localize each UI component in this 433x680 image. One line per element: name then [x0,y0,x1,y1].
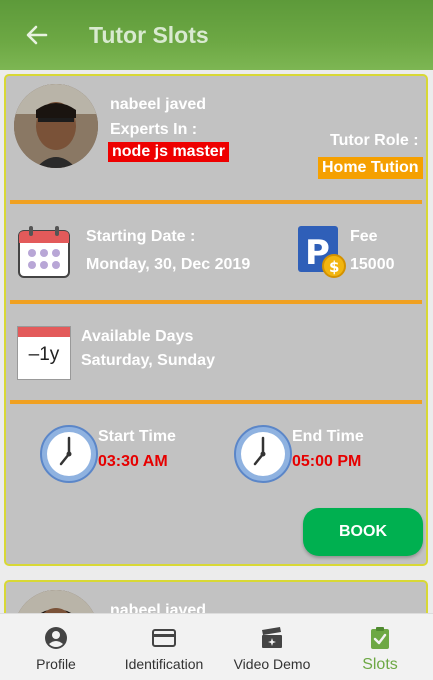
nav-label: Profile [36,656,76,672]
nav-label: Slots [362,656,398,673]
svg-text:$: $ [329,258,339,276]
expertise-badge: node js master [108,142,229,162]
separator [10,400,422,404]
nav-tab-video-demo[interactable]: Video Demo [226,614,318,680]
account-circle-icon [45,627,67,649]
available-days-label: Available Days [81,328,194,345]
back-arrow-icon[interactable] [22,20,52,50]
end-time-label: End Time [292,428,364,445]
tutor-avatar [14,84,98,168]
app-bar: Tutor Slots [0,0,433,70]
end-time-value: 05:00 PM [292,453,362,470]
fee-value: 15000 [350,256,395,273]
starting-date-label: Starting Date : [86,228,196,245]
starting-date-value: Monday, 30, Dec 2019 [86,256,251,273]
book-button[interactable]: BOOK [303,508,423,556]
id-card-icon [152,629,176,647]
video-clapper-icon [262,627,282,648]
nav-label: Identification [124,656,204,672]
separator [10,300,422,304]
start-time-value: 03:30 AM [98,453,168,470]
parking-fee-icon: P $ [298,226,346,278]
tutor-role-label: Tutor Role : [330,132,419,149]
clipboard-check-icon [371,627,389,649]
separator [10,200,422,204]
start-time-label: Start Time [98,428,176,445]
clock-icon [40,425,98,483]
calendar-year-icon: –1y [17,326,71,380]
experts-in-label: Experts In : [110,121,198,138]
tutor-role-badge: Home Tution [318,157,423,179]
tutor-slot-card: nabeel javed Experts In : node js master… [4,74,428,566]
nav-label: Video Demo [233,656,311,672]
tutor-name: nabeel javed [110,96,207,113]
fee-label: Fee [350,228,378,245]
page-title: Tutor Slots [89,22,209,48]
nav-tab-profile[interactable]: Profile [20,614,92,680]
nav-tab-slots[interactable]: Slots [345,614,415,680]
available-days-value: Saturday, Sunday [81,352,215,369]
nav-tab-identification[interactable]: Identification [116,614,212,680]
bottom-navigation: Profile Identification Video Demo Slots [0,613,433,680]
clock-icon [234,425,292,483]
calendar-icon [18,226,70,278]
